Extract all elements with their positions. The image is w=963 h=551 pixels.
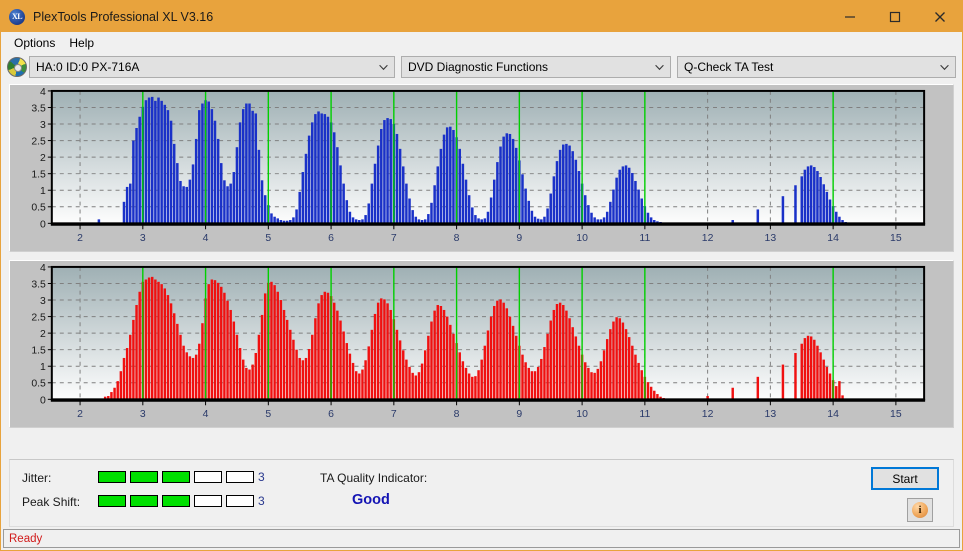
info-button[interactable]: i (907, 498, 933, 522)
menu-item-options[interactable]: Options (7, 34, 62, 52)
svg-text:4: 4 (203, 233, 209, 244)
jitter-segment (98, 471, 126, 483)
jitter-meter (98, 471, 254, 483)
start-button[interactable]: Start (871, 467, 939, 490)
menu-item-help[interactable]: Help (62, 34, 101, 52)
jitter-chart-panel: 0 0.5 1 1.5 2 2.5 3 3.5 4 2 3 4 5 6 7 8 9 10 11 12 13 14 15 (9, 84, 954, 252)
svg-text:2: 2 (40, 153, 46, 164)
window-title: PlexTools Professional XL V3.16 (33, 9, 214, 24)
menu-bar: Options Help (1, 32, 962, 53)
svg-text:3: 3 (140, 233, 146, 244)
svg-text:7: 7 (391, 409, 397, 420)
svg-text:2.5: 2.5 (31, 137, 46, 148)
jitter-label: Jitter: (22, 471, 52, 485)
drive-select-value: HA:0 ID:0 PX-716A (36, 60, 140, 74)
jitter-segment (130, 471, 158, 483)
svg-text:3: 3 (40, 296, 46, 307)
svg-text:15: 15 (890, 409, 902, 420)
peak-shift-segment (162, 495, 190, 507)
svg-text:7: 7 (391, 233, 397, 244)
svg-text:11: 11 (639, 233, 650, 244)
xl-logo-icon: XL (9, 8, 25, 25)
svg-text:10: 10 (576, 233, 588, 244)
svg-text:6: 6 (328, 409, 334, 420)
chevron-down-icon (379, 63, 388, 72)
close-icon[interactable] (917, 1, 962, 32)
svg-text:2: 2 (77, 233, 83, 244)
svg-text:12: 12 (702, 409, 714, 420)
svg-text:10: 10 (576, 409, 588, 420)
window-controls (827, 1, 962, 32)
svg-text:0: 0 (40, 395, 46, 406)
svg-text:9: 9 (516, 409, 522, 420)
jitter-segment (194, 471, 222, 483)
peak-shift-chart: 0 0.5 1 1.5 2 2.5 3 3.5 4 2 3 4 5 6 7 8 9 10 11 12 13 14 15 (31, 263, 926, 420)
minimize-icon[interactable] (827, 1, 872, 32)
svg-text:15: 15 (890, 233, 902, 244)
peak-shift-value: 3 (258, 494, 265, 508)
svg-text:8: 8 (454, 409, 460, 420)
svg-text:11: 11 (639, 409, 650, 420)
function-select[interactable]: DVD Diagnostic Functions (401, 56, 671, 78)
svg-text:14: 14 (827, 233, 839, 244)
status-text: Ready (9, 532, 43, 545)
ta-quality-label: TA Quality Indicator: (320, 471, 428, 485)
test-select[interactable]: Q-Check TA Test (677, 56, 956, 78)
peak-shift-segment (194, 495, 222, 507)
svg-text:3: 3 (40, 120, 46, 131)
svg-text:5: 5 (265, 233, 271, 244)
jitter-chart: 0 0.5 1 1.5 2 2.5 3 3.5 4 2 3 4 5 6 7 8 9 10 11 12 13 14 15 (31, 87, 926, 244)
svg-text:13: 13 (765, 233, 777, 244)
jitter-value: 3 (258, 470, 265, 484)
chevron-down-icon (940, 63, 949, 72)
svg-text:2.5: 2.5 (31, 313, 46, 324)
info-icon: i (912, 502, 928, 518)
peak-shift-chart-panel: 0 0.5 1 1.5 2 2.5 3 3.5 4 2 3 4 5 6 7 8 9 10 11 12 13 14 15 (9, 260, 954, 428)
svg-text:8: 8 (454, 233, 460, 244)
jitter-segment (226, 471, 254, 483)
title-bar: XL PlexTools Professional XL V3.16 (1, 1, 962, 32)
svg-text:2: 2 (77, 409, 83, 420)
status-bar: Ready (3, 529, 960, 548)
ta-quality-value: Good (352, 492, 390, 508)
svg-text:5: 5 (265, 409, 271, 420)
selector-toolbar: HA:0 ID:0 PX-716A DVD Diagnostic Functio… (1, 53, 962, 82)
svg-text:12: 12 (702, 233, 714, 244)
peak-shift-label: Peak Shift: (22, 495, 81, 509)
drive-select[interactable]: HA:0 ID:0 PX-716A (29, 56, 395, 78)
maximize-icon[interactable] (872, 1, 917, 32)
function-select-value: DVD Diagnostic Functions (408, 60, 549, 74)
drive-selector-group: HA:0 ID:0 PX-716A (7, 56, 395, 78)
plextools-window: XL PlexTools Professional XL V3.16 Optio… (0, 0, 963, 551)
svg-text:4: 4 (40, 263, 46, 274)
svg-text:13: 13 (765, 409, 777, 420)
jitter-segment (162, 471, 190, 483)
chevron-down-icon (655, 63, 664, 72)
svg-text:14: 14 (827, 409, 839, 420)
svg-text:3.5: 3.5 (31, 279, 46, 290)
svg-text:1: 1 (40, 186, 46, 197)
disc-icon (7, 57, 27, 77)
results-group: Jitter: 3 Peak Shift: 3 TA Quality Indic… (9, 459, 954, 527)
svg-text:6: 6 (328, 233, 334, 244)
svg-text:0.5: 0.5 (31, 379, 46, 390)
svg-text:3: 3 (140, 409, 146, 420)
svg-text:9: 9 (516, 233, 522, 244)
svg-text:0: 0 (40, 219, 46, 230)
svg-text:4: 4 (203, 409, 209, 420)
svg-text:1.5: 1.5 (31, 170, 46, 181)
peak-shift-meter (98, 495, 254, 507)
peak-shift-segment (130, 495, 158, 507)
peak-shift-segment (98, 495, 126, 507)
svg-text:2: 2 (40, 329, 46, 340)
peak-shift-segment (226, 495, 254, 507)
svg-text:0.5: 0.5 (31, 203, 46, 214)
svg-text:1: 1 (40, 362, 46, 373)
svg-text:4: 4 (40, 87, 46, 98)
test-select-value: Q-Check TA Test (684, 60, 774, 74)
svg-text:1.5: 1.5 (31, 346, 46, 357)
svg-text:3.5: 3.5 (31, 103, 46, 114)
